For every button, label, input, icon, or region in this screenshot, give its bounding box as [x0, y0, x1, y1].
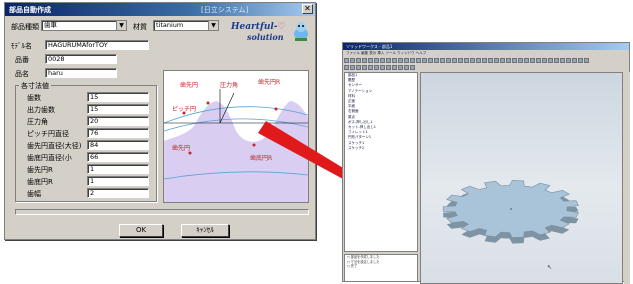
- dim-field-output-teeth[interactable]: 15: [87, 104, 149, 114]
- cancel-button[interactable]: ｷｬﾝｾﾙ: [181, 224, 229, 237]
- ok-button[interactable]: OK: [119, 224, 163, 237]
- gear-3d-model[interactable]: ↖: [421, 73, 622, 283]
- message-line: ○ 完了: [347, 264, 358, 268]
- diagram-tip-circle-r-label: 歯先円R: [258, 79, 281, 86]
- dim-label: 歯数: [27, 94, 41, 102]
- cursor-icon: ↖: [547, 264, 552, 271]
- dim-field-tip-diameter[interactable]: 84: [87, 140, 149, 150]
- part-auto-create-dialog: 部品自動作成 [日立システム] ✕ 部品種類 歯車 ▼ 材質 titanium …: [4, 2, 316, 240]
- dim-field-pitch-diameter[interactable]: 76: [87, 128, 149, 138]
- dim-label: 出力歯数: [27, 106, 55, 114]
- dim-label: 歯先円R: [27, 166, 53, 174]
- model-name-label: ﾓﾃﾞﾙ名: [11, 42, 32, 50]
- dim-field-tip-r[interactable]: 1: [87, 164, 149, 174]
- dim-label: 歯先円直径(大径): [27, 142, 82, 150]
- diagram-tip-circle-label-2: 歯先円: [172, 145, 191, 152]
- dialog-title: 部品自動作成: [9, 6, 51, 14]
- part-no-label: 品番: [15, 56, 29, 64]
- logo-line1: Heartful-: [231, 22, 278, 32]
- dialog-titlebar[interactable]: 部品自動作成 [日立システム] ✕: [5, 3, 315, 16]
- dim-label: 歯幅: [27, 190, 41, 198]
- part-no-field[interactable]: 0028: [45, 54, 117, 64]
- status-bar: [15, 209, 309, 215]
- part-type-value: 歯車: [44, 21, 57, 29]
- part-type-label: 部品種類: [11, 23, 39, 31]
- cad-menubar[interactable]: ファイル 編集 表示 挿入 ツール ウィンドウ ヘルプ: [343, 50, 629, 56]
- logo-line2: solution: [247, 32, 284, 42]
- model-name-field[interactable]: HAGURUMAforTOY: [45, 40, 149, 50]
- feature-tree[interactable]: 部品1 履歴 センサー アノテーション 材料 正面 平面 右側面 原点 ボス-押…: [344, 72, 418, 252]
- cad-toolbar-2[interactable]: [344, 64, 630, 71]
- chevron-down-icon[interactable]: ▼: [208, 21, 218, 30]
- diagram-pitch-circle-label: ピッチ円: [172, 106, 197, 113]
- cad-window: ソリッドワークス - 部品1 ファイル 編集 表示 挿入 ツール ウィンドウ ヘ…: [342, 42, 630, 284]
- material-label: 材質: [133, 23, 147, 31]
- cad-titlebar[interactable]: ソリッドワークス - 部品1: [343, 43, 629, 50]
- dim-field-pressure-angle[interactable]: 20: [87, 116, 149, 126]
- system-title: [日立システム]: [201, 6, 249, 14]
- part-name-field[interactable]: haru: [45, 68, 117, 78]
- diagram-root-circle-r-label: 歯底円R: [250, 155, 273, 162]
- material-value: titanium: [156, 21, 184, 29]
- diagram-tip-circle-label: 歯先円: [180, 82, 199, 89]
- material-select[interactable]: titanium ▼: [153, 20, 219, 31]
- message-panel: ○ 部品を作成しました ○ 寸法を設定しました ○ 完了: [344, 254, 418, 282]
- dim-field-face-width[interactable]: 2: [87, 188, 149, 198]
- gear-tooth-diagram: 歯先円 圧力角 歯先円R ピッチ円 歯先円 歯底円R: [163, 70, 309, 203]
- chevron-down-icon[interactable]: ▼: [116, 21, 126, 30]
- tree-item[interactable]: スケッチ2: [345, 146, 417, 151]
- dim-field-root-r[interactable]: 1: [87, 176, 149, 186]
- dim-label: ピッチ円直径: [27, 130, 69, 138]
- gear-diagram-svg: [164, 89, 308, 202]
- dim-field-teeth[interactable]: 15: [87, 92, 149, 102]
- cad-toolbar-1[interactable]: [344, 57, 630, 64]
- dimensions-group-title: 各寸法値: [19, 81, 51, 91]
- part-name-label: 品名: [15, 70, 29, 78]
- diagram-pressure-angle-label: 圧力角: [220, 82, 239, 89]
- mascot-icon: [294, 22, 308, 41]
- close-button[interactable]: ✕: [302, 4, 313, 14]
- dim-field-root-diameter[interactable]: 66: [87, 152, 149, 162]
- dim-label: 歯底円直径(小: [27, 154, 72, 162]
- cad-viewport[interactable]: ↖: [420, 72, 623, 284]
- dim-label: 歯底円R: [27, 178, 53, 186]
- heart-icon: ♡: [277, 22, 286, 32]
- part-type-select[interactable]: 歯車 ▼: [41, 20, 127, 31]
- task-pane-tabs[interactable]: [624, 72, 630, 284]
- close-icon: ✕: [304, 4, 311, 13]
- heartful-solution-logo: Heartful-♡ solution: [231, 19, 291, 45]
- dim-label: 圧力角: [27, 118, 48, 126]
